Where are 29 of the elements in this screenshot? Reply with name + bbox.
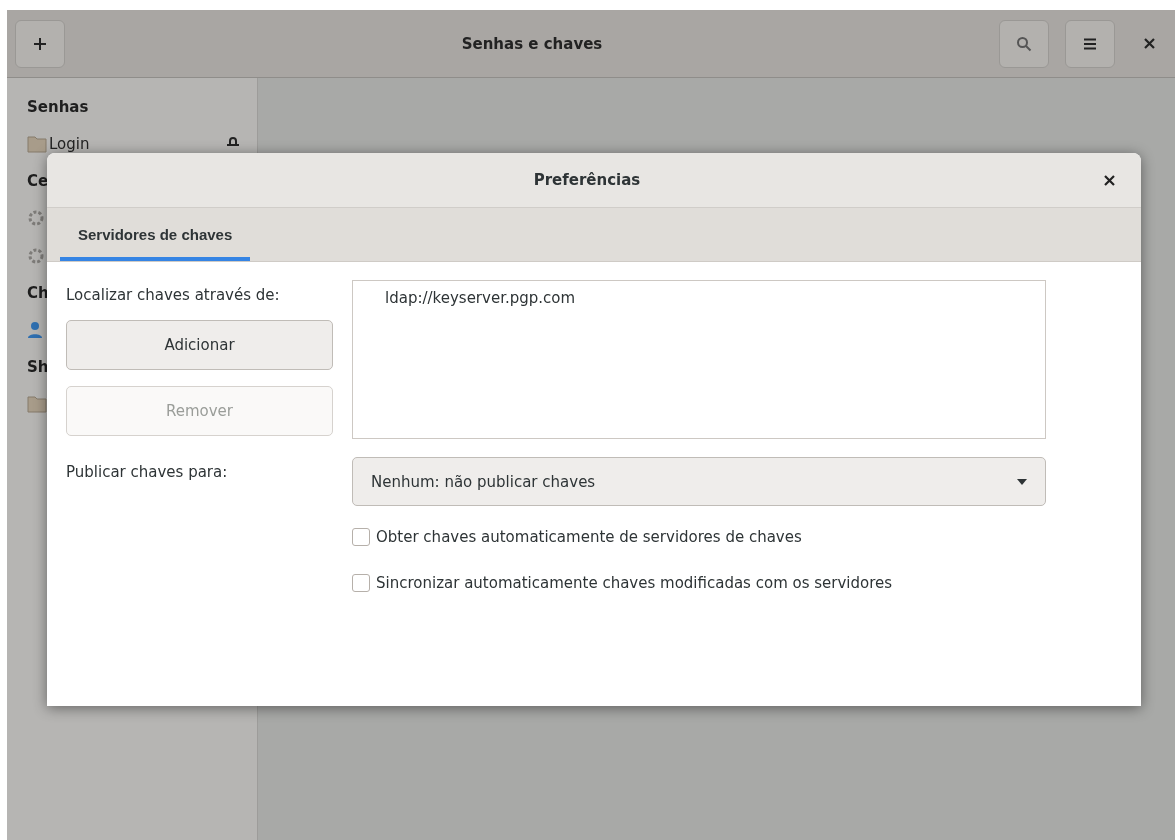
- close-icon: [1143, 38, 1155, 49]
- caret-icon: [1017, 478, 1027, 485]
- add-button[interactable]: Adicionar: [66, 320, 333, 370]
- checkbox-label: Obter chaves automaticamente de servidores de chaves: [376, 528, 802, 546]
- checkbox[interactable]: [352, 574, 370, 592]
- sidebar-heading: Ch: [27, 283, 49, 304]
- plus-icon: [33, 36, 47, 51]
- publish-label: Publicar chaves para:: [66, 462, 229, 483]
- server-item[interactable]: ldap://keyserver.pgp.com: [385, 289, 1045, 307]
- person-icon: [27, 321, 43, 339]
- folder-icon: [27, 135, 47, 153]
- search-icon: [1016, 35, 1032, 52]
- folder-icon: [27, 395, 47, 413]
- dialog-title: Preferências: [532, 171, 642, 189]
- sidebar-heading: Senhas: [27, 97, 89, 118]
- close-icon: [1103, 174, 1115, 186]
- publish-dropdown[interactable]: Nenhum: não publicar chaves: [352, 457, 1046, 506]
- menu-button[interactable]: [1065, 19, 1115, 68]
- tab[interactable]: Servidores de chaves: [60, 208, 251, 261]
- sidebar-item[interactable]: Login: [49, 135, 225, 153]
- window-title: Senhas e chaves: [460, 34, 604, 53]
- menu-icon: [1083, 37, 1097, 50]
- add-button[interactable]: [15, 19, 65, 68]
- checkbox-label: Sincronizar automaticamente chaves modificadas com os servidores: [376, 574, 893, 592]
- sidebar-heading: Sh: [27, 357, 49, 378]
- sidebar-heading: Ce: [27, 171, 49, 192]
- checkbox[interactable]: [352, 528, 370, 546]
- search-button[interactable]: [999, 19, 1049, 68]
- find-label: Localizar chaves através de:: [66, 285, 281, 304]
